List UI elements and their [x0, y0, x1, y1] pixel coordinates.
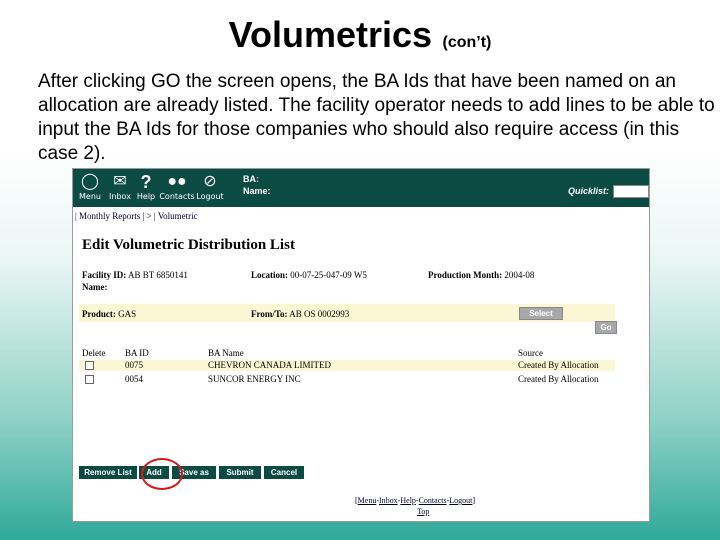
question-icon: ?	[140, 172, 152, 192]
facility-id-value: AB BT 6850141	[128, 270, 188, 280]
ba-id-cell: 0054	[125, 374, 143, 384]
app-screenshot: ◯ Menu ✉ Inbox ? Help ●● Contacts ⊘ Logo…	[72, 168, 650, 522]
footer-contacts-link[interactable]: Contacts	[419, 496, 447, 505]
table-row: 0075 CHEVRON CANADA LIMITED Created By A…	[79, 360, 615, 371]
table-row: 0054 SUNCOR ENERGY INC Created By Alloca…	[79, 374, 615, 385]
go-button[interactable]: Go	[595, 321, 617, 334]
quicklist-label: Quicklist:	[568, 186, 610, 196]
location-value: 00-07-25-047-09 W5	[290, 270, 367, 280]
quicklist-input[interactable]	[613, 185, 649, 198]
delete-checkbox[interactable]	[85, 375, 94, 384]
ba-name-cell: CHEVRON CANADA LIMITED	[208, 360, 331, 370]
nav-help-label: Help	[136, 192, 156, 201]
ba-id-cell: 0075	[125, 360, 143, 370]
facility-name-label: Name:	[82, 282, 108, 292]
app-top-bar: ◯ Menu ✉ Inbox ? Help ●● Contacts ⊘ Logo…	[73, 169, 649, 207]
nav-help-button[interactable]: ? Help	[131, 172, 161, 204]
delete-checkbox[interactable]	[85, 361, 94, 370]
col-header-ba-id: BA ID	[125, 348, 149, 358]
select-button[interactable]: Select	[519, 307, 563, 320]
slide-body-text: After clicking GO the screen opens, the …	[38, 71, 715, 164]
cancel-button[interactable]: Cancel	[264, 466, 304, 479]
footer-links: [Menu-Inbox-Help-Contacts-Logout]	[355, 496, 476, 505]
nav-menu-button[interactable]: ◯ Menu	[75, 172, 105, 204]
facility-id-label: Facility ID:	[82, 270, 127, 280]
footer-logout-link[interactable]: Logout	[449, 496, 472, 505]
remove-list-button[interactable]: Remove List	[79, 466, 137, 479]
source-cell: Created By Allocation	[518, 374, 599, 384]
ba-name-cell: SUNCOR ENERGY INC	[208, 374, 301, 384]
slide-title-sub: (con’t)	[442, 34, 492, 51]
page-title: Edit Volumetric Distribution List	[82, 237, 295, 253]
facility-name-row: Name:	[82, 282, 108, 292]
fromto-label: From/To:	[251, 309, 288, 319]
nav-contacts-label: Contacts	[159, 192, 195, 201]
fromto-row: From/To: AB OS 0002993	[251, 309, 349, 319]
nav-logout-label: Logout	[196, 192, 224, 201]
submit-button[interactable]: Submit	[219, 466, 261, 479]
nav-contacts-button[interactable]: ●● Contacts	[159, 172, 195, 204]
globe-icon: ◯	[81, 173, 99, 190]
fromto-value: AB OS 0002993	[289, 309, 350, 319]
footer-help-link[interactable]: Help	[400, 496, 416, 505]
production-month-label: Production Month:	[428, 270, 503, 280]
footer-inbox-link[interactable]: Inbox	[379, 496, 398, 505]
production-month-value: 2004-08	[504, 270, 535, 280]
no-entry-icon: ⊘	[203, 173, 217, 190]
product-label: Product:	[82, 309, 116, 319]
col-header-delete: Delete	[82, 348, 106, 358]
location-label: Location:	[251, 270, 288, 280]
source-cell: Created By Allocation	[518, 360, 599, 370]
slide-title-main: Volumetrics	[228, 14, 433, 55]
people-icon: ●●	[167, 173, 187, 190]
add-highlight-circle	[141, 458, 183, 490]
production-month-row: Production Month: 2004-08	[428, 270, 534, 280]
product-value: GAS	[118, 309, 137, 319]
col-header-source: Source	[518, 348, 543, 358]
footer-menu-link[interactable]: Menu	[358, 496, 377, 505]
nav-logout-button[interactable]: ⊘ Logout	[195, 172, 225, 204]
location-row: Location: 00-07-25-047-09 W5	[251, 270, 367, 280]
nav-menu-label: Menu	[79, 192, 101, 201]
ba-label: BA:	[243, 174, 259, 184]
facility-id-row: Facility ID: AB BT 6850141	[82, 270, 188, 280]
name-label: Name:	[243, 186, 271, 196]
breadcrumb[interactable]: | Monthly Reports | > | Volumetric	[75, 211, 198, 221]
slide-title: Volumetrics (con’t)	[0, 14, 720, 56]
footer-top-link[interactable]: Top	[417, 507, 429, 516]
product-row: Product: GAS	[82, 309, 136, 319]
col-header-ba-name: BA Name	[208, 348, 244, 358]
